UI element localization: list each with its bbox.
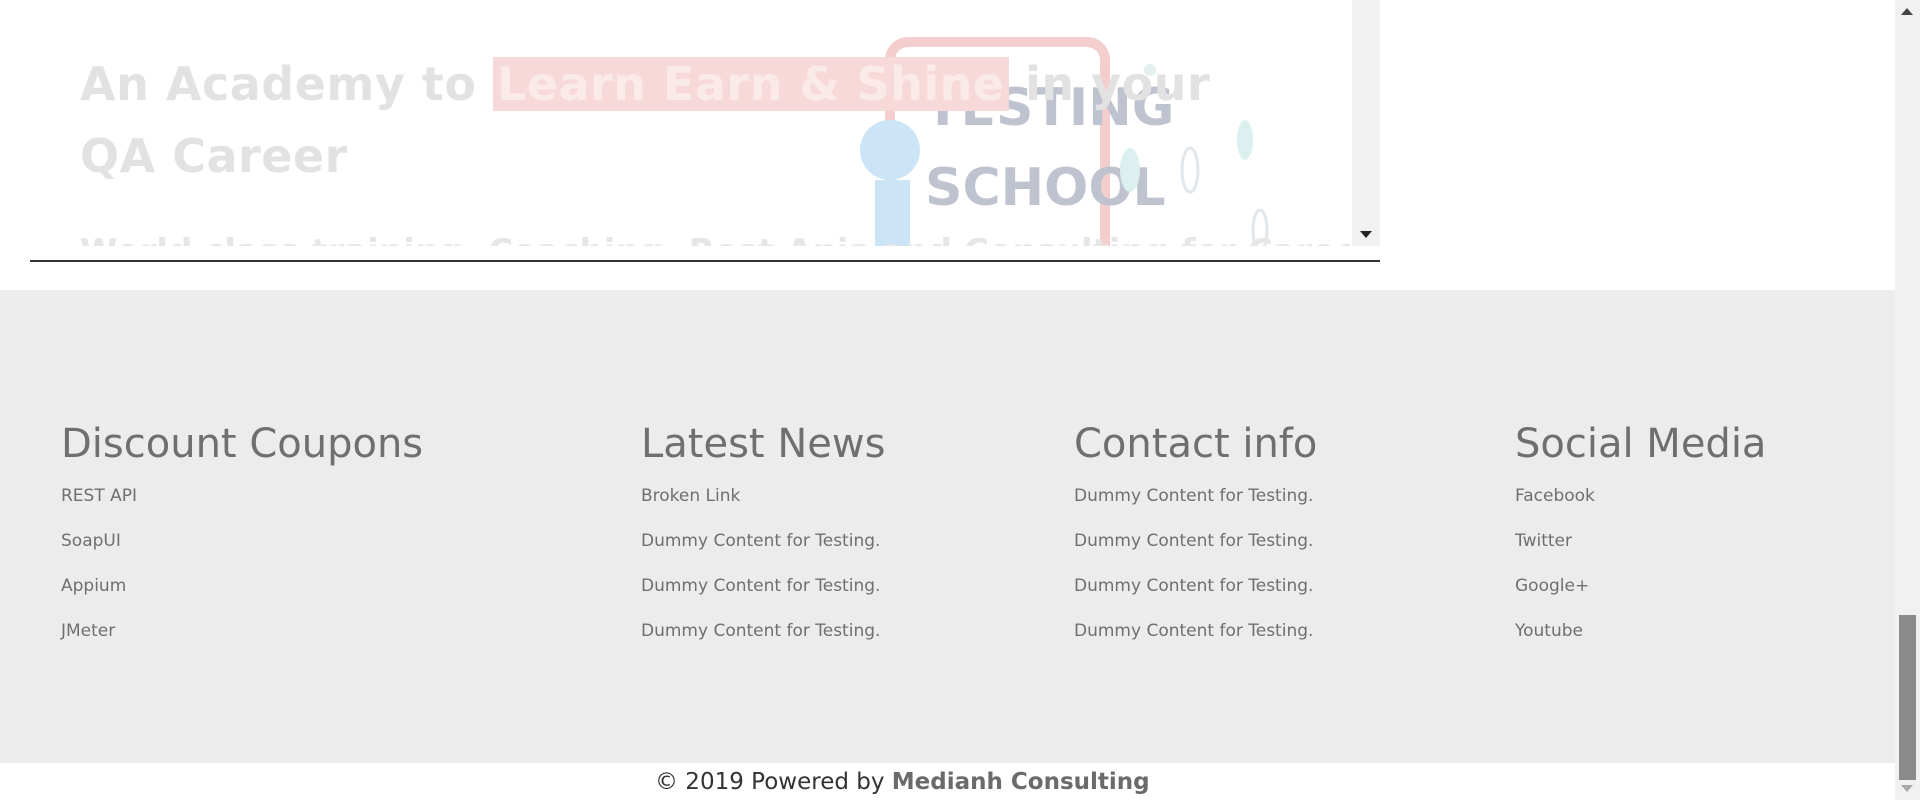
hero-heading-prefix: An Academy to [80, 57, 493, 111]
footer-link[interactable]: Dummy Content for Testing. [1074, 486, 1313, 506]
footer-column-title: Contact info [1074, 421, 1318, 467]
footer-link[interactable]: Appium [61, 576, 126, 596]
footer-link[interactable]: Dummy Content for Testing. [1074, 531, 1313, 551]
footer-link-google-plus[interactable]: Google+ [1515, 576, 1589, 596]
hero-heading-highlight: Learn Earn & Shine [492, 57, 1009, 111]
footer: Discount Coupons REST API SoapUI Appium … [0, 290, 1895, 763]
footer-column-contact-info: Contact info Dummy Content for Testing. … [1074, 420, 1317, 666]
footer-link-youtube[interactable]: Youtube [1515, 621, 1583, 641]
iframe-content: TESTING SCHOOL An Academy to Learn Earn … [30, 0, 1350, 246]
iframe-scrollbar[interactable] [1352, 0, 1380, 246]
hero-heading: An Academy to Learn Earn & Shine in your… [80, 48, 1260, 192]
footer-link[interactable]: SoapUI [61, 531, 121, 551]
footer-link[interactable]: Dummy Content for Testing. [1074, 576, 1313, 596]
footer-column-title: Discount Coupons [61, 421, 424, 467]
footer-link[interactable]: JMeter [61, 621, 115, 641]
triangle-up-icon[interactable] [1901, 8, 1913, 15]
footer-column-title: Social Media [1515, 421, 1767, 467]
footer-link[interactable]: REST API [61, 486, 137, 506]
footer-link[interactable]: Dummy Content for Testing. [641, 531, 880, 551]
footer-link-facebook[interactable]: Facebook [1515, 486, 1595, 506]
embedded-iframe[interactable]: TESTING SCHOOL An Academy to Learn Earn … [30, 0, 1380, 262]
footer-link[interactable]: Dummy Content for Testing. [641, 621, 880, 641]
mediahn-consulting-link[interactable]: Medianh Consulting [892, 769, 1150, 795]
footer-column-social-media: Social Media Facebook Twitter Google+ Yo… [1515, 420, 1766, 666]
footer-link-twitter[interactable]: Twitter [1515, 531, 1572, 551]
copyright: © 2019 Powered by Medianh Consulting [655, 769, 1150, 795]
triangle-down-icon[interactable] [1901, 785, 1913, 792]
copyright-text: © 2019 Powered by [655, 769, 892, 795]
page-scrollbar[interactable] [1895, 0, 1920, 800]
footer-link[interactable]: Broken Link [641, 486, 740, 506]
scrollbar-thumb[interactable] [1899, 615, 1916, 780]
footer-link[interactable]: Dummy Content for Testing. [1074, 621, 1313, 641]
hero-subtitle: World class training, Coaching, Rest Api… [80, 232, 1350, 246]
footer-column-latest-news: Latest News Broken Link Dummy Content fo… [641, 420, 885, 666]
footer-link[interactable]: Dummy Content for Testing. [641, 576, 880, 596]
triangle-down-icon[interactable] [1360, 231, 1372, 238]
footer-column-discount-coupons: Discount Coupons REST API SoapUI Appium … [61, 420, 423, 666]
footer-column-title: Latest News [641, 421, 886, 467]
